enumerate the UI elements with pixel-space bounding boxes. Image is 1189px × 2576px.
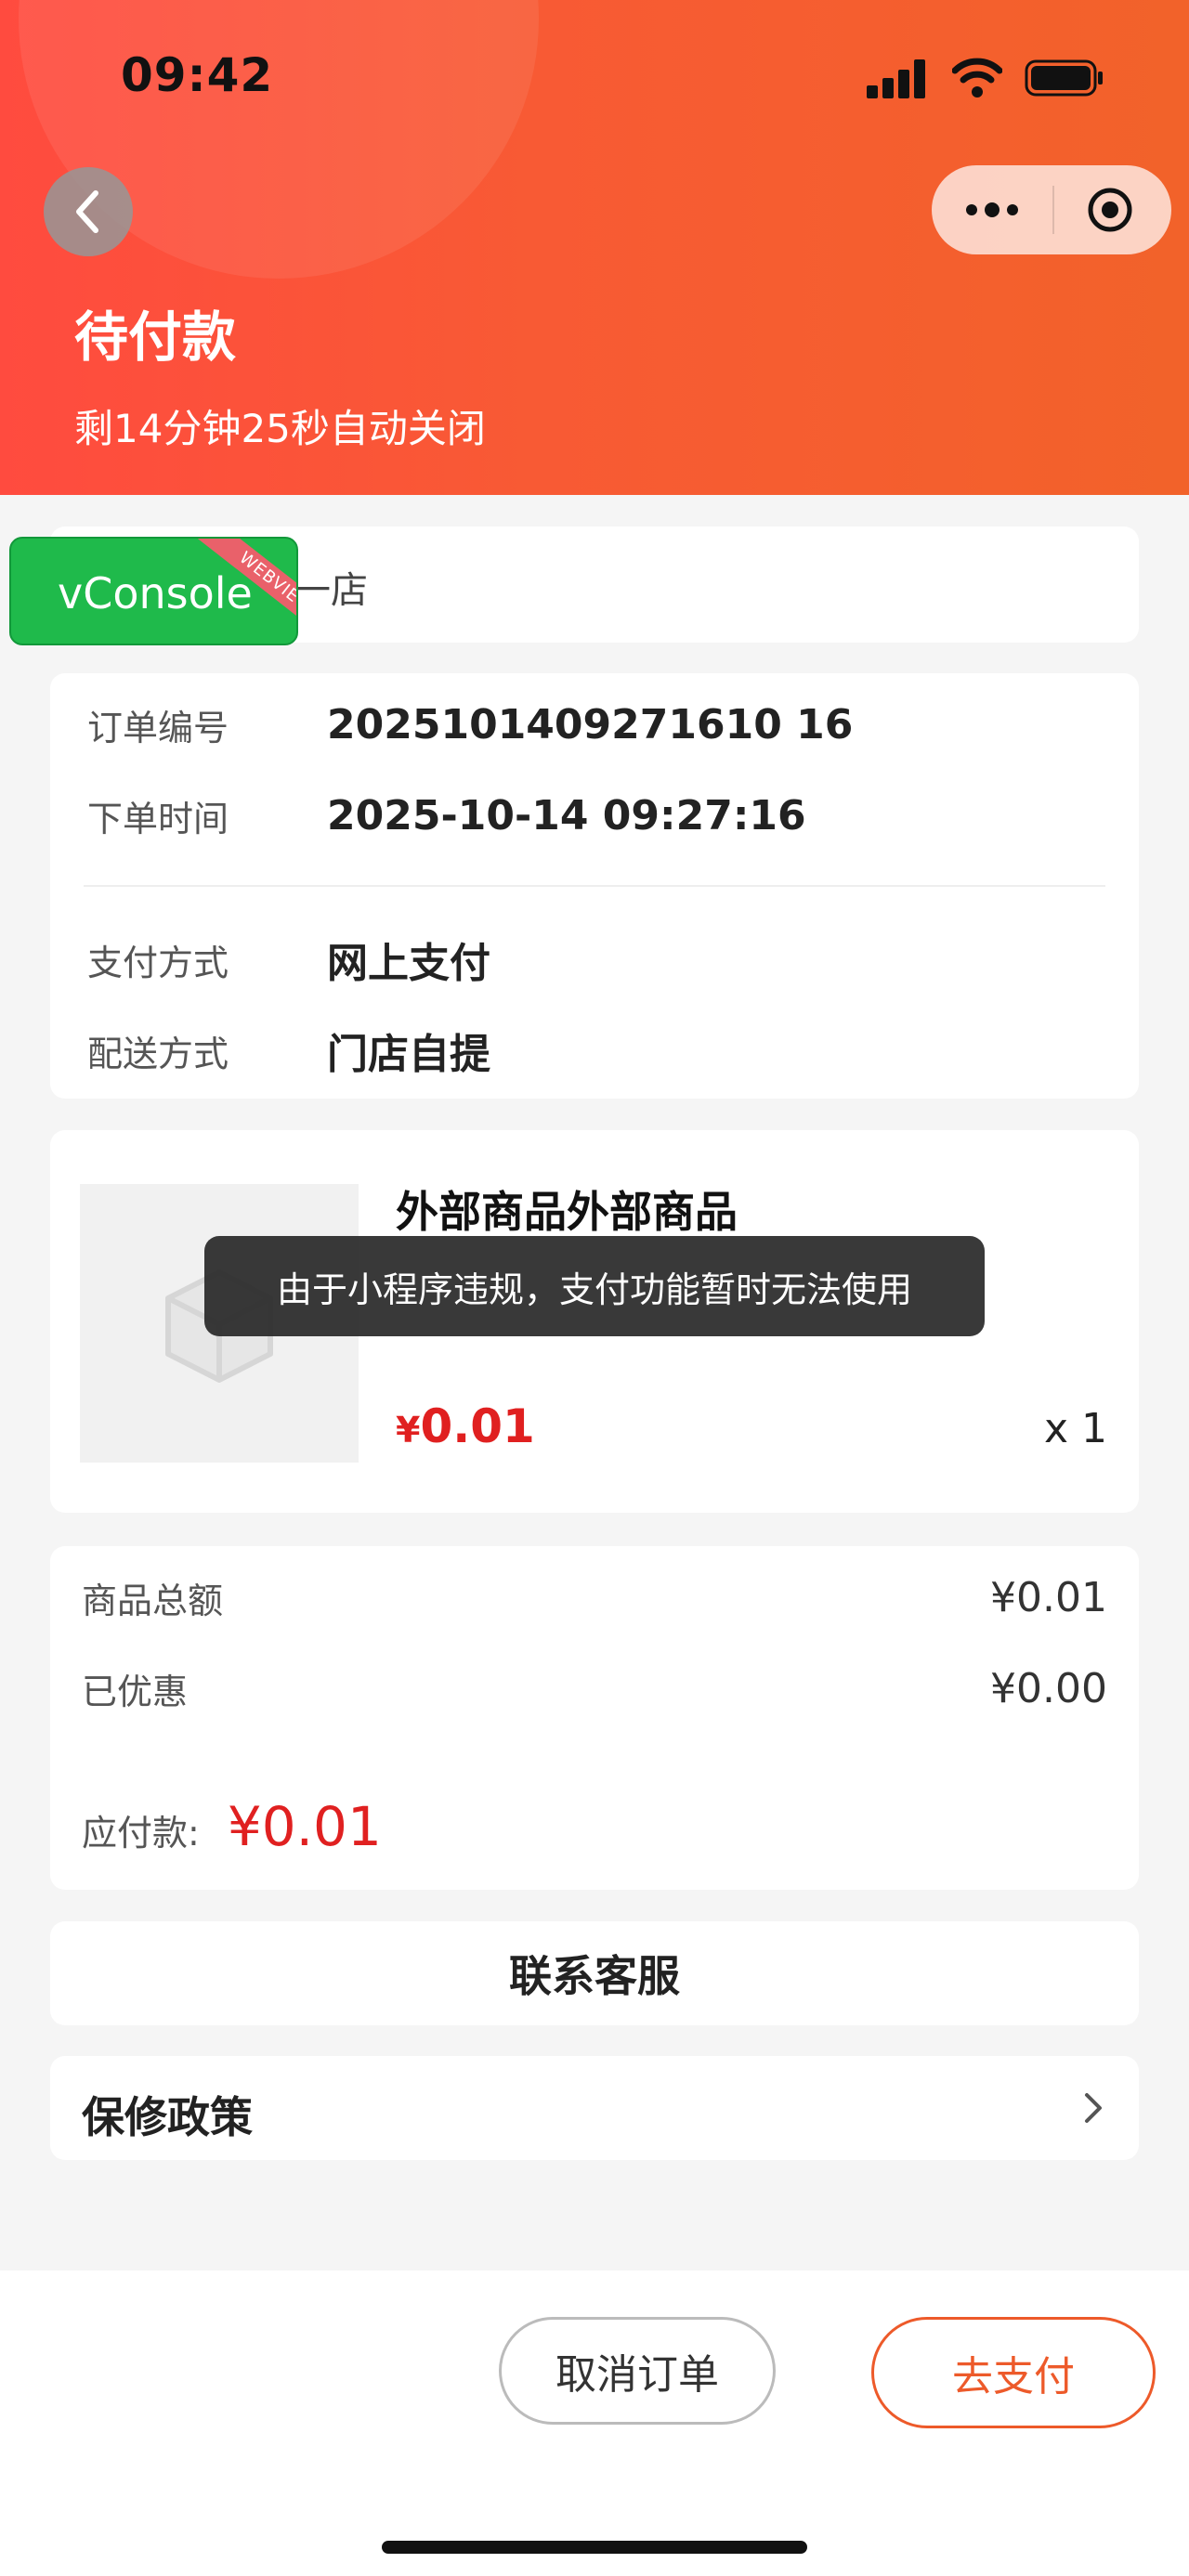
amount-summary-card: 商品总额 ¥0.01 已优惠 ¥0.00 应付款: ¥0.01 [50, 1546, 1139, 1890]
pay-button[interactable]: 去支付 [871, 2317, 1156, 2428]
payment-disabled-toast: 由于小程序违规，支付功能暂时无法使用 [204, 1236, 985, 1336]
price-currency-symbol: ¥ [396, 1410, 421, 1451]
order-number-value[interactable]: 2025101409271610 16 [327, 701, 853, 748]
auto-close-countdown: 剩14分钟25秒自动关闭 [74, 406, 486, 451]
contact-service-label: 联系客服 [509, 1951, 680, 2001]
order-time-label: 下单时间 [87, 799, 229, 839]
status-bar-time: 09:42 [121, 48, 274, 102]
goods-total-row: 商品总额 ¥0.01 [82, 1572, 1107, 1623]
page-title: 待付款 [74, 306, 237, 369]
chevron-left-icon [76, 190, 98, 233]
payable-row: 应付款: ¥0.01 [82, 1795, 382, 1858]
order-number-label: 订单编号 [87, 708, 229, 748]
order-status-header: 09:42 待付款 剩14分钟25秒自动关闭 [0, 0, 1189, 495]
store-name: 一店 [294, 569, 368, 612]
delivery-method-label: 配送方式 [87, 1033, 229, 1074]
payment-method-row: 支付方式 网上支付 [87, 930, 490, 989]
payable-value: ¥0.01 [227, 1795, 382, 1858]
miniprogram-capsule [932, 165, 1171, 254]
product-quantity: x 1 [1043, 1405, 1107, 1452]
more-menu-button[interactable] [964, 193, 1020, 227]
contact-service-button[interactable]: 联系客服 [50, 1921, 1139, 2025]
chevron-right-icon [1085, 2093, 1102, 2123]
payment-method-value: 网上支付 [327, 940, 490, 987]
product-price: ¥0.01 [396, 1399, 535, 1453]
info-divider [84, 885, 1105, 887]
discount-row: 已优惠 ¥0.00 [82, 1663, 1107, 1714]
vconsole-button[interactable]: vConsole WEBVIEW [9, 537, 298, 645]
goods-total-label: 商品总额 [82, 1581, 224, 1621]
back-button[interactable] [44, 167, 133, 256]
warranty-policy-label: 保修政策 [82, 2092, 253, 2142]
payment-method-label: 支付方式 [87, 942, 229, 983]
goods-total-value: ¥0.01 [990, 1574, 1107, 1621]
order-info-card: 订单编号 2025101409271610 16 下单时间 2025-10-14… [50, 673, 1139, 1099]
delivery-method-row: 配送方式 门店自提 [87, 1021, 490, 1080]
order-time-row: 下单时间 2025-10-14 09:27:16 [87, 790, 806, 841]
capsule-divider [1052, 186, 1054, 234]
more-dots-icon [966, 202, 1018, 217]
bottom-action-bar: 取消订单 去支付 [0, 2270, 1189, 2576]
wifi-icon [952, 58, 1002, 98]
cellular-signal-icon [867, 58, 926, 98]
discount-value: ¥0.00 [990, 1665, 1107, 1712]
order-time-value: 2025-10-14 09:27:16 [327, 792, 806, 839]
home-indicator [382, 2541, 807, 2554]
delivery-method-value: 门店自提 [327, 1031, 490, 1078]
vconsole-label: vConsole [58, 568, 253, 618]
order-number-row: 订单编号 2025101409271610 16 [87, 699, 853, 750]
warranty-policy-row[interactable]: 保修政策 [50, 2056, 1139, 2160]
battery-icon [1025, 59, 1103, 97]
discount-label: 已优惠 [82, 1672, 189, 1712]
cancel-order-button[interactable]: 取消订单 [499, 2317, 776, 2425]
price-value: 0.01 [420, 1399, 535, 1453]
payable-label: 应付款: [82, 1813, 200, 1854]
product-name: 外部商品外部商品 [396, 1187, 738, 1237]
close-miniprogram-icon[interactable] [1086, 186, 1134, 234]
